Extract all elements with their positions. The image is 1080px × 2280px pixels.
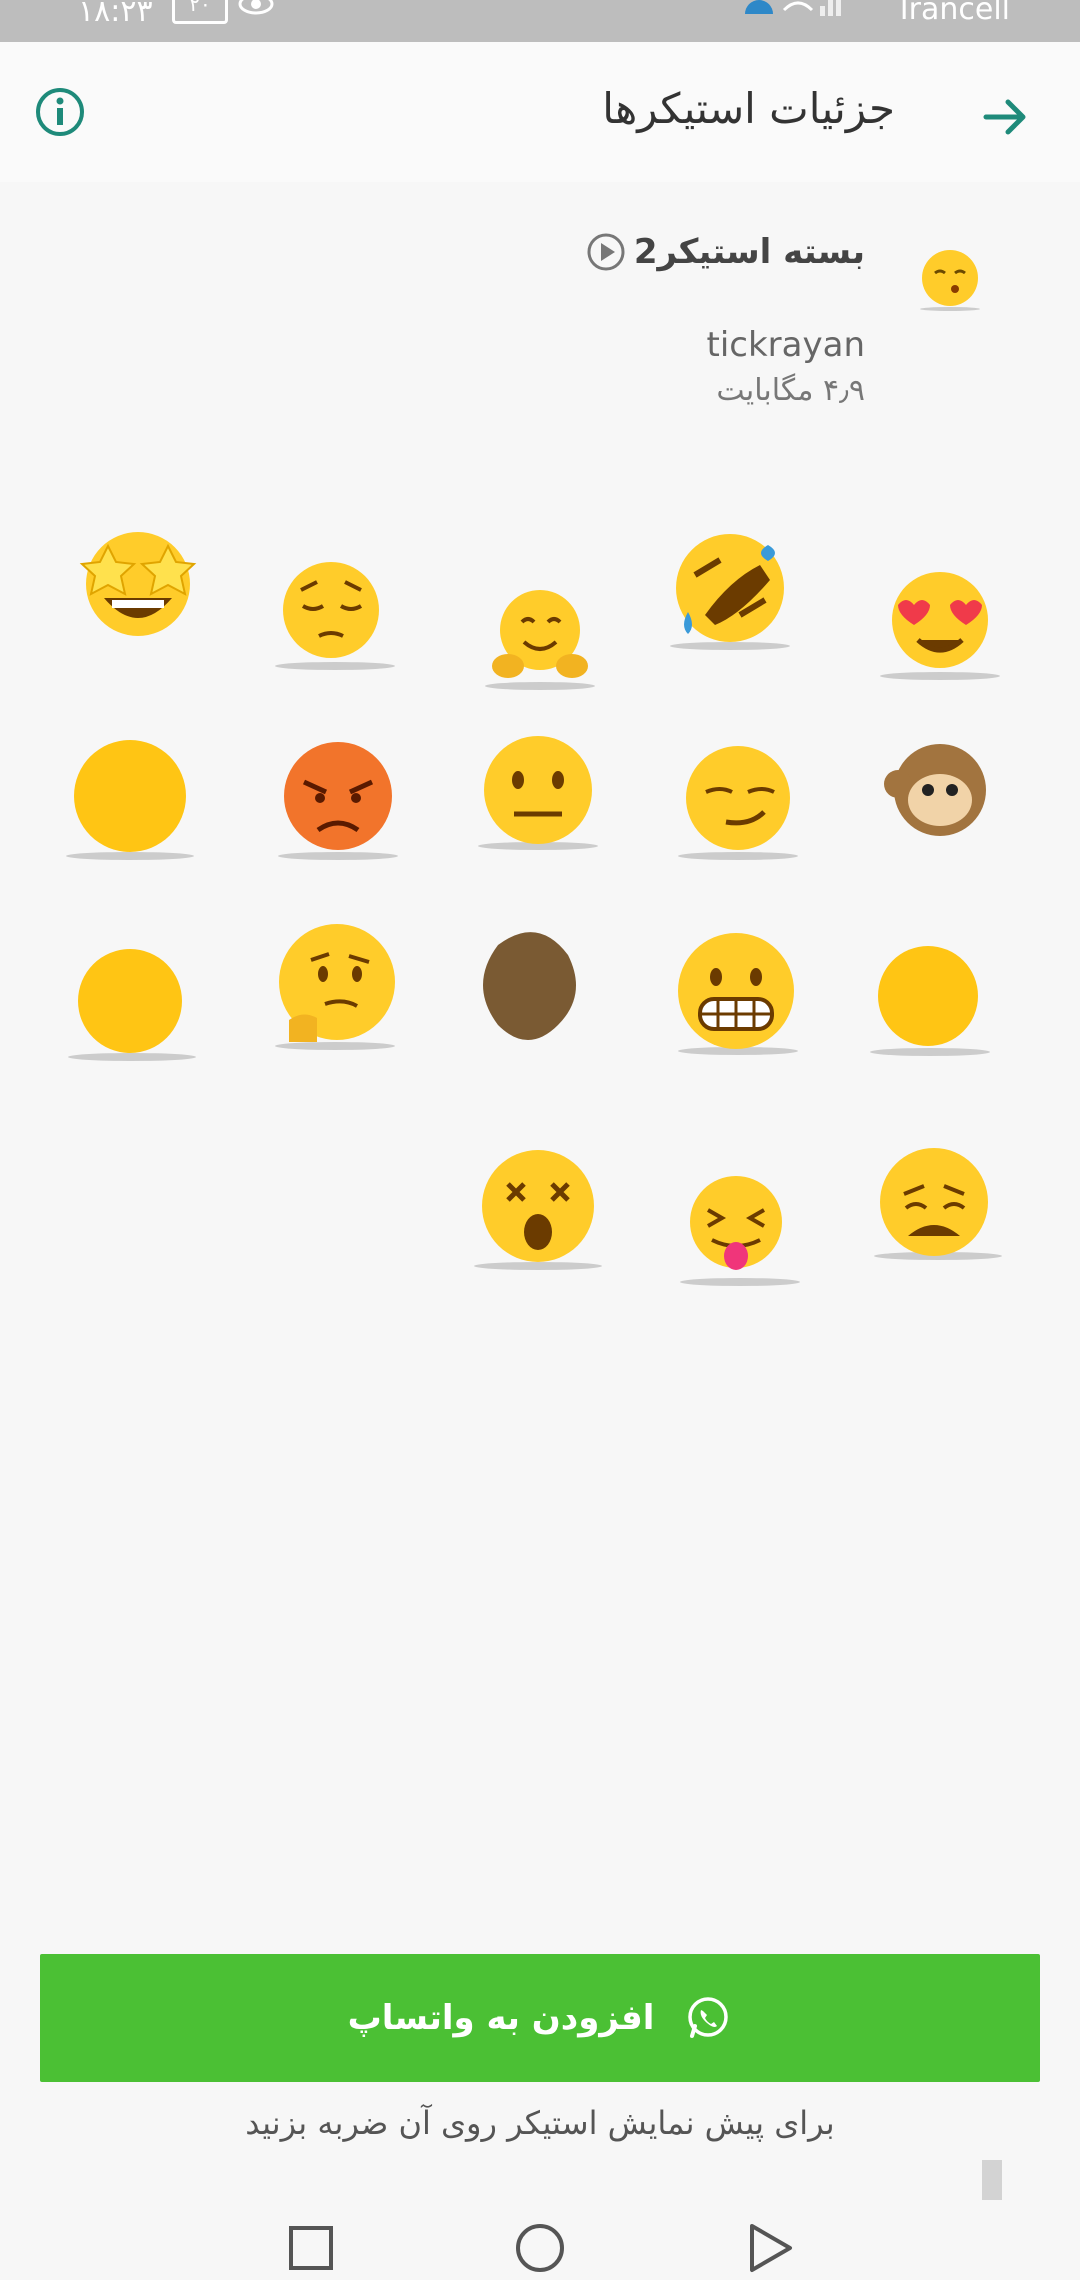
- sticker-weary[interactable]: [868, 1140, 1008, 1280]
- arrow-right-icon[interactable]: [978, 90, 1032, 144]
- page-title: جزئیات استیکرها: [602, 84, 895, 133]
- sticker-angry[interactable]: [268, 730, 408, 870]
- sticker-star-struck[interactable]: [68, 510, 208, 650]
- thinking-emoji-icon: [275, 924, 395, 1050]
- sticker-pensive[interactable]: [265, 540, 405, 680]
- status-time: ۱۸:۲۳: [78, 0, 153, 29]
- sticker-hugging[interactable]: [470, 560, 610, 700]
- pack-publisher: tickrayan: [706, 325, 865, 365]
- grimacing-emoji-icon: [678, 933, 798, 1055]
- pack-size: ۴٫۹ مگابایت: [716, 373, 865, 408]
- neutral-emoji-icon: [478, 736, 598, 850]
- sticker-blank-small[interactable]: [860, 930, 1000, 1070]
- carrier-name: Irancell: [899, 0, 1010, 27]
- pack-title-row: بسته استیکر2: [586, 232, 865, 272]
- sticker-grimacing[interactable]: [668, 925, 808, 1065]
- sticker-blank-2[interactable]: [62, 935, 202, 1075]
- info-icon[interactable]: [34, 86, 86, 138]
- navigation-bar: [0, 2200, 1080, 2280]
- add-button-label: افزودن به واتساپ: [347, 1998, 655, 2038]
- sticker-brown-blob[interactable]: [458, 915, 598, 1055]
- sticker-tongue[interactable]: [670, 1160, 810, 1300]
- smirk-emoji-icon: [678, 746, 798, 860]
- heart-eyes-emoji-icon: [880, 572, 1000, 680]
- whatsapp-icon: [688, 1997, 729, 2038]
- squint-tongue-emoji-icon: [680, 1176, 800, 1286]
- status-bar: ۱۸:۲۳ ۲۰ Irancell: [0, 0, 1080, 42]
- sticker-neutral[interactable]: [468, 720, 608, 860]
- star-struck-emoji-icon: [79, 532, 197, 636]
- preview-hint: برای پیش نمایش استیکر روی آن ضربه بزنید: [245, 2104, 835, 2142]
- hugging-emoji-icon: [485, 590, 595, 690]
- play-icon[interactable]: [586, 232, 626, 272]
- circle-icon[interactable]: [512, 2220, 568, 2276]
- sticker-blank[interactable]: [60, 730, 200, 870]
- square-icon[interactable]: [283, 2220, 339, 2276]
- weary-emoji-icon: [874, 1148, 1002, 1260]
- sticker-dizzy[interactable]: [468, 1140, 608, 1280]
- sticker-rofl[interactable]: [660, 520, 800, 660]
- blob-emoji-icon: [483, 932, 576, 1040]
- sticker-heart-eyes[interactable]: [870, 550, 1010, 690]
- rofl-emoji-icon: [670, 534, 790, 650]
- battery-icon: ۲۰: [172, 0, 228, 24]
- add-to-whatsapp-button[interactable]: افزودن به واتساپ: [40, 1954, 1040, 2082]
- sticker-monkey[interactable]: [870, 720, 1010, 860]
- sticker-thinking[interactable]: [265, 920, 405, 1060]
- dizzy-emoji-icon: [474, 1150, 602, 1270]
- tray-icon: [920, 250, 980, 311]
- blank-emoji-icon: [870, 946, 990, 1056]
- monkey-emoji-icon: [884, 744, 986, 836]
- blank-emoji-icon: [68, 949, 196, 1061]
- app-bar: جزئیات استیکرها: [0, 42, 1080, 182]
- angry-emoji-icon: [278, 742, 398, 860]
- sticker-smirk[interactable]: [668, 730, 808, 870]
- blank-emoji-icon: [66, 740, 194, 860]
- triangle-icon[interactable]: [742, 2220, 798, 2276]
- pensive-emoji-icon: [275, 562, 395, 670]
- pack-name: بسته استیکر2: [633, 232, 865, 272]
- android-icon: [745, 0, 773, 14]
- eye-icon: [238, 0, 274, 15]
- signal-icon: [782, 0, 841, 16]
